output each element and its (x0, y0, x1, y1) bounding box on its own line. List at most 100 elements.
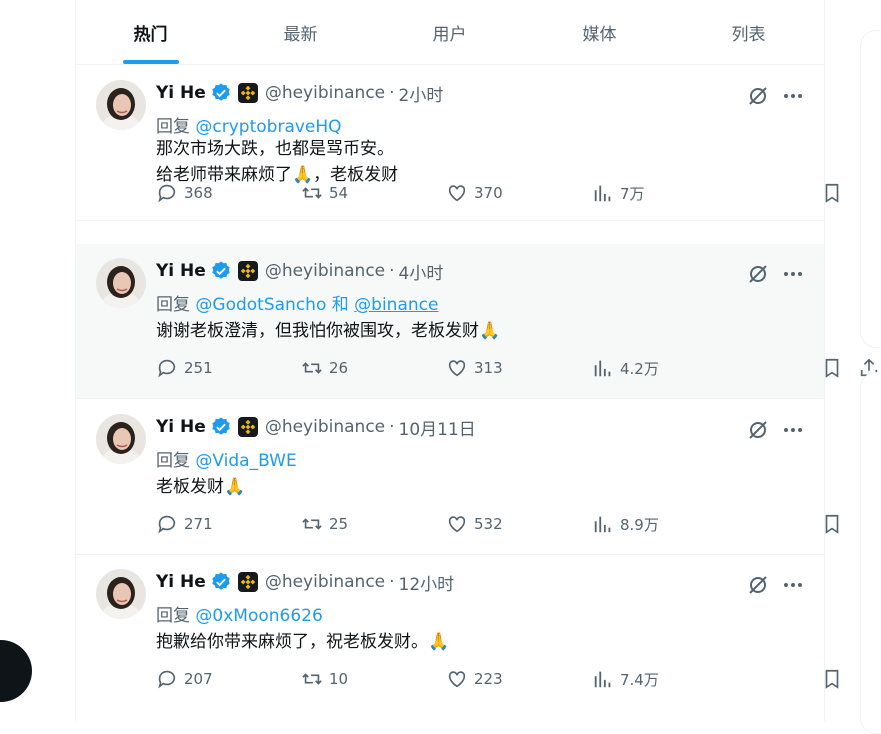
tweet[interactable]: Yi He @heyibinance · 2小时 回复 @cryptobrave… (76, 66, 878, 221)
tweet[interactable]: Yi He @heyibinance · 12小时 回复 @0xMoon6626… (76, 555, 878, 721)
reply-count: 368 (184, 184, 213, 202)
sidebar-card (860, 30, 881, 348)
binance-logo-icon[interactable] (237, 417, 258, 437)
views-button[interactable]: 4.2万 (592, 357, 659, 379)
reply-mention[interactable]: @cryptobraveHQ (195, 117, 341, 137)
views-icon (594, 360, 611, 377)
tweet-text: 老板发财🙏 (156, 474, 245, 500)
reply-button[interactable]: 207 (156, 668, 213, 690)
author-name[interactable]: Yi He (156, 261, 206, 281)
reply-context: 回复 @cryptobraveHQ (156, 112, 342, 137)
binance-logo-icon[interactable] (237, 261, 258, 281)
bookmark-icon[interactable] (821, 513, 843, 535)
tweet-time[interactable]: 12小时 (399, 570, 455, 595)
views-count: 4.2万 (620, 359, 659, 378)
reply-icon (158, 184, 176, 203)
author-name[interactable]: Yi He (156, 572, 206, 592)
reply-button[interactable]: 251 (156, 357, 213, 379)
avatar[interactable] (96, 569, 146, 619)
views-button[interactable]: 7万 (592, 182, 645, 204)
grok-icon[interactable] (746, 84, 770, 108)
tweet[interactable]: Yi He @heyibinance · 4小时 回复 @GodotSancho… (76, 244, 878, 399)
more-icon[interactable] (781, 84, 805, 108)
tweet-actions: 207 10 223 7.4万 (156, 669, 878, 706)
bookmark-icon[interactable] (821, 357, 843, 379)
grok-icon[interactable] (746, 262, 770, 286)
views-count: 8.9万 (620, 515, 659, 534)
like-count: 532 (474, 515, 503, 533)
separator: · (389, 572, 395, 592)
retweet-icon (302, 362, 322, 374)
retweet-button[interactable]: 25 (301, 513, 348, 535)
like-icon (448, 516, 466, 533)
more-icon[interactable] (781, 418, 805, 442)
binance-logo-icon[interactable] (237, 83, 258, 103)
reply-context: 回复 @0xMoon6626 (156, 601, 323, 626)
reply-prefix: 回复 (156, 451, 190, 471)
tab-top[interactable]: 热门 (76, 0, 225, 64)
like-button[interactable]: 532 (446, 513, 503, 535)
reply-mention[interactable]: @0xMoon6626 (195, 606, 322, 626)
like-button[interactable]: 313 (446, 357, 503, 379)
tab-latest[interactable]: 最新 (226, 0, 375, 64)
grok-icon[interactable] (746, 418, 770, 442)
avatar[interactable] (96, 258, 146, 308)
like-icon (448, 360, 466, 377)
tweet-time[interactable]: 2小时 (399, 81, 444, 106)
reply-icon (158, 515, 176, 534)
reply-count: 251 (184, 359, 213, 377)
author-name[interactable]: Yi He (156, 83, 206, 103)
more-icon[interactable] (781, 262, 805, 286)
tweet[interactable]: Yi He @heyibinance · 10月11日 回复 @Vida_BWE… (76, 400, 878, 555)
author-handle[interactable]: @heyibinance (265, 83, 385, 103)
reply-and: 和 (331, 295, 349, 315)
reply-mention[interactable]: @GodotSancho (195, 295, 326, 315)
views-button[interactable]: 7.4万 (592, 668, 659, 690)
binance-logo-icon[interactable] (237, 572, 258, 592)
tab-media[interactable]: 媒体 (525, 0, 674, 64)
like-button[interactable]: 223 (446, 668, 503, 690)
bookmark-icon[interactable] (821, 182, 843, 204)
retweet-count: 10 (329, 670, 349, 688)
author-name[interactable]: Yi He (156, 417, 206, 437)
reply-mention-2[interactable]: @binance (354, 295, 438, 315)
reply-icon (158, 670, 176, 689)
avatar[interactable] (96, 80, 146, 130)
avatar[interactable] (96, 414, 146, 464)
verified-badge-icon (212, 417, 230, 435)
tab-people[interactable]: 用户 (375, 0, 524, 64)
grok-icon[interactable] (746, 573, 770, 597)
tweet-header: Yi He @heyibinance · 2小时 (156, 80, 443, 106)
tweet-time[interactable]: 10月11日 (399, 415, 476, 440)
like-button[interactable]: 370 (446, 182, 503, 204)
retweet-button[interactable]: 54 (301, 182, 348, 204)
views-count: 7.4万 (620, 670, 659, 689)
timeline-column: 热门 最新 用户 媒体 列表 Yi He @heyibinance · 2小时 (75, 0, 878, 721)
floating-action-button[interactable] (0, 640, 32, 702)
tweet-text: 谢谢老板澄清，但我怕你被围攻，老板发财🙏 (156, 318, 500, 344)
retweet-icon (302, 673, 322, 685)
tab-lists[interactable]: 列表 (674, 0, 823, 64)
author-handle[interactable]: @heyibinance (265, 572, 385, 592)
tweet-time[interactable]: 4小时 (399, 259, 444, 284)
reply-button[interactable]: 271 (156, 513, 213, 535)
author-handle[interactable]: @heyibinance (265, 261, 385, 281)
retweet-button[interactable]: 26 (301, 357, 348, 379)
search-tabs: 热门 最新 用户 媒体 列表 (76, 0, 824, 65)
separator: · (389, 83, 395, 103)
retweet-icon (302, 187, 322, 199)
reply-button[interactable]: 368 (156, 182, 213, 204)
tab-active-indicator (122, 60, 179, 64)
author-handle[interactable]: @heyibinance (265, 417, 385, 437)
reply-mention[interactable]: @Vida_BWE (195, 451, 296, 471)
views-button[interactable]: 8.9万 (592, 513, 659, 535)
retweet-button[interactable]: 10 (301, 668, 348, 690)
verified-badge-icon (212, 83, 230, 101)
tweet-header: Yi He @heyibinance · 4小时 (156, 258, 443, 284)
like-count: 223 (474, 670, 503, 688)
bookmark-icon[interactable] (821, 668, 843, 690)
reply-count: 207 (184, 670, 213, 688)
views-icon (594, 516, 611, 533)
reply-prefix: 回复 (156, 295, 190, 315)
more-icon[interactable] (781, 573, 805, 597)
